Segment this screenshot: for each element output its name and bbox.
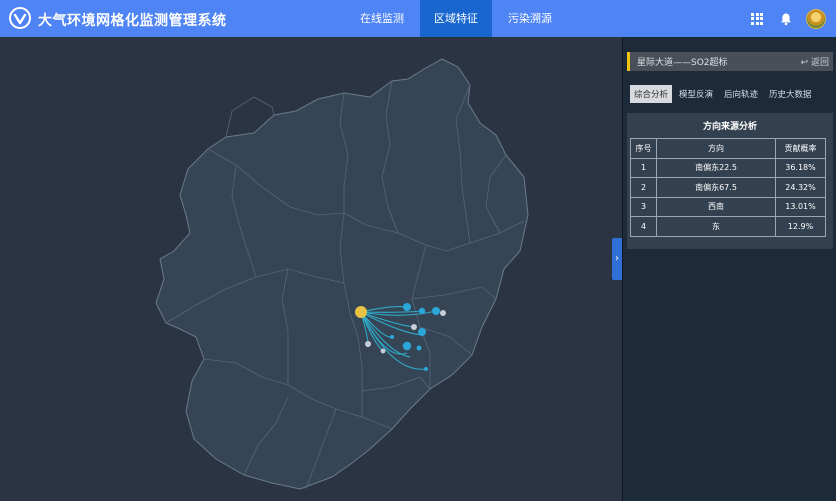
bell-icon[interactable] xyxy=(779,12,793,26)
table-row[interactable]: 1 南偏东22.5 36.18% xyxy=(630,157,826,178)
cell-no: 3 xyxy=(630,196,657,217)
back-label: 返回 xyxy=(810,58,829,68)
column-header-probability: 贡献概率 xyxy=(775,138,826,159)
source-station-point[interactable] xyxy=(355,306,367,318)
analysis-title: 方向来源分析 xyxy=(702,122,757,132)
table-row[interactable]: 4 东 12.9% xyxy=(630,216,826,237)
grid-apps-icon[interactable] xyxy=(751,12,763,25)
tab-comprehensive-analysis[interactable]: 综合分析 xyxy=(630,85,673,103)
reply-arrow-icon: ↩ xyxy=(800,58,809,68)
avatar[interactable] xyxy=(806,8,826,29)
direction-source-analysis: 方向来源分析 序号 方向 贡献概率 1 南偏东22.5 36.18% 2 南偏东… xyxy=(627,113,833,249)
direction-source-table: 序号 方向 贡献概率 1 南偏东22.5 36.18% 2 南偏东67.5 24… xyxy=(630,138,826,237)
table-row[interactable]: 3 西南 13.01% xyxy=(630,196,826,217)
chevron-right-icon: › xyxy=(615,253,619,264)
map-area[interactable] xyxy=(0,37,622,501)
header-tools xyxy=(751,0,826,37)
province-map xyxy=(155,58,529,490)
panel-header: 星际大道——SO2超标 ↩ 返回 xyxy=(627,52,833,71)
nav-tab-online-monitoring[interactable]: 在线监测 xyxy=(346,0,418,37)
cell-direction: 东 xyxy=(656,216,776,237)
top-header: 大气环境网格化监测管理系统 在线监测 区域特征 污染溯源 xyxy=(0,0,836,37)
cell-probability: 13.01% xyxy=(775,196,826,217)
cell-probability: 24.32% xyxy=(775,177,826,198)
cell-probability: 36.18% xyxy=(775,157,826,178)
region-map[interactable] xyxy=(0,37,622,501)
cell-direction: 西南 xyxy=(656,196,776,217)
tab-back-trajectory[interactable]: 后向轨迹 xyxy=(720,85,762,103)
analysis-tabs: 综合分析 模型反演 后向轨迹 历史大数据 xyxy=(630,85,819,103)
nav-tab-regional-features[interactable]: 区域特征 xyxy=(420,0,492,37)
main-nav: 在线监测 区域特征 污染溯源 xyxy=(346,0,568,37)
cell-no: 4 xyxy=(630,216,657,237)
tab-historical-data[interactable]: 历史大数据 xyxy=(765,85,816,103)
app-title: 大气环境网格化监测管理系统 xyxy=(38,13,227,29)
table-row[interactable]: 2 南偏东67.5 24.32% xyxy=(630,177,826,198)
column-header-no: 序号 xyxy=(630,138,657,159)
cell-no: 2 xyxy=(630,177,657,198)
system-logo-icon xyxy=(9,7,31,29)
cell-direction: 南偏东67.5 xyxy=(656,177,776,198)
cell-probability: 12.9% xyxy=(775,216,826,237)
tab-model-inversion[interactable]: 模型反演 xyxy=(675,85,717,103)
back-button[interactable]: ↩ 返回 xyxy=(801,55,829,68)
cell-no: 1 xyxy=(630,157,657,178)
cell-direction: 南偏东22.5 xyxy=(656,157,776,178)
province-outline xyxy=(155,58,529,490)
panel-collapse-button[interactable]: › xyxy=(612,238,622,280)
nav-tab-pollution-tracing[interactable]: 污染溯源 xyxy=(494,0,566,37)
detail-panel: 星际大道——SO2超标 ↩ 返回 综合分析 模型反演 后向轨迹 历史大数据 方向… xyxy=(622,37,836,501)
panel-title: 星际大道——SO2超标 xyxy=(637,58,728,68)
column-header-direction: 方向 xyxy=(656,138,776,159)
